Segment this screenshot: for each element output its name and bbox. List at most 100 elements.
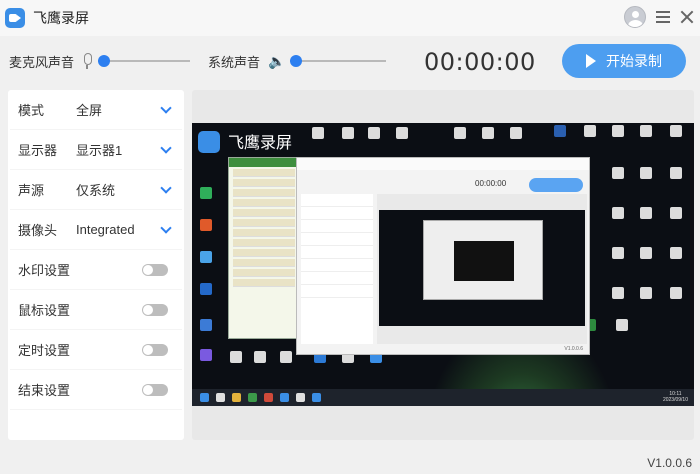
file-row [233,239,295,247]
nested-preview-screen [379,210,585,326]
file-manager-titlebar [229,158,299,167]
system-volume-track [290,60,387,62]
schedule-setting: 定时设置 [10,330,182,370]
play-icon [586,54,596,68]
desktop-taskbar: 10:11 2023/09/10 [192,389,694,406]
taskbar-icon [280,393,289,402]
display-select[interactable]: 显示器 显示器1 [10,130,182,170]
file-row [233,269,295,277]
mic-volume-slider[interactable] [98,54,191,68]
camera-select[interactable]: 摄像头 Integrated [10,210,182,250]
desktop-icon [616,319,628,331]
end-setting: 结束设置 [10,370,182,410]
desktop-icon [510,127,522,139]
file-row [233,219,295,227]
clock-date: 2023/09/10 [662,397,688,403]
mic-volume-track [98,60,191,62]
desktop-icon [200,283,212,295]
speaker-icon[interactable]: 🔈 [268,54,285,68]
watermark-toggle[interactable] [142,264,168,276]
sound-source-value: 仅系统 [76,183,116,198]
chevron-down-icon[interactable] [160,142,172,154]
desktop-icon [368,127,380,139]
taskbar-clock: 10:11 2023/09/10 [663,391,688,403]
title-bar-controls [624,6,694,28]
user-avatar-icon[interactable] [624,6,646,28]
sound-source-label: 声源 [18,183,45,198]
overlay-app-logo-icon [198,131,220,153]
mic-volume-thumb[interactable] [98,55,111,67]
mouse-toggle[interactable] [142,304,168,316]
start-icon [200,393,209,402]
watermark-setting: 水印设置 [10,250,182,290]
desktop-icon [200,251,212,263]
desktop-icon [640,167,652,179]
desktop-icon [342,127,354,139]
file-row [233,169,295,177]
desktop-capture: 飞鹰录屏 00:00:00 V1.0.0.6 10:11 2023/09/10 [192,123,694,406]
desktop-icon [200,219,212,231]
start-recording-button[interactable]: 开始录制 [562,44,686,78]
file-row [233,189,295,197]
desktop-icon [200,187,212,199]
nested-preview [377,194,587,344]
end-label: 结束设置 [18,383,71,398]
microphone-icon[interactable] [82,53,93,69]
desktop-icon [670,125,682,137]
taskbar-icon [248,393,257,402]
file-row [233,199,295,207]
display-value: 显示器1 [76,143,123,158]
desktop-icon [640,287,652,299]
desktop-icon [396,127,408,139]
schedule-label: 定时设置 [18,343,71,358]
desktop-icon [612,207,624,219]
end-toggle[interactable] [142,384,168,396]
mic-volume-label: 麦克风声音 [9,54,75,70]
taskbar-icon [312,393,321,402]
desktop-icon [454,127,466,139]
file-manager-window [228,157,300,339]
camera-label: 摄像头 [18,223,58,238]
mouse-label: 鼠标设置 [18,303,71,318]
nested-titlebar [297,158,589,170]
recording-timer: 00:00:00 [424,48,536,76]
settings-panel: 模式 全屏 显示器 显示器1 声源 仅系统 摄像头 Integrated 水印设… [8,90,184,440]
file-row [233,279,295,287]
audio-bar: 麦克风声音 系统声音 🔈 00:00:00 开始录制 [0,36,700,86]
chevron-down-icon[interactable] [160,182,172,194]
desktop-icon [670,247,682,259]
camera-value: Integrated [76,222,135,237]
desktop-icon [200,319,212,331]
system-volume-thumb[interactable] [290,55,303,67]
schedule-toggle[interactable] [142,344,168,356]
app-title: 飞鹰录屏 [33,10,89,26]
chevron-down-icon[interactable] [160,222,172,234]
chevron-down-icon[interactable] [160,102,172,114]
desktop-icon [670,207,682,219]
nested-recorder-window: 00:00:00 V1.0.0.6 [296,157,590,355]
taskbar-icon [264,393,273,402]
desktop-icon [612,287,624,299]
nested-settings [301,194,373,344]
display-label: 显示器 [18,143,58,158]
app-logo-icon [5,8,25,28]
title-bar: 飞鹰录屏 [0,0,700,36]
desktop-icon [312,127,324,139]
start-recording-label: 开始录制 [606,53,662,69]
close-icon[interactable] [680,10,694,24]
desktop-icon [640,207,652,219]
menu-icon[interactable] [656,11,670,23]
system-volume-slider[interactable] [290,54,387,68]
file-row [233,229,295,237]
desktop-icon [230,351,242,363]
desktop-icon [612,125,624,137]
desktop-icon [670,167,682,179]
sound-source-select[interactable]: 声源 仅系统 [10,170,182,210]
desktop-icon [584,125,596,137]
nested-preview-window [423,220,543,300]
screen-preview: 飞鹰录屏 00:00:00 V1.0.0.6 10:11 2023/09/10 [192,90,694,440]
mode-select[interactable]: 模式 全屏 [10,90,182,130]
mode-value: 全屏 [76,103,103,118]
file-row [233,209,295,217]
desktop-icon [670,287,682,299]
